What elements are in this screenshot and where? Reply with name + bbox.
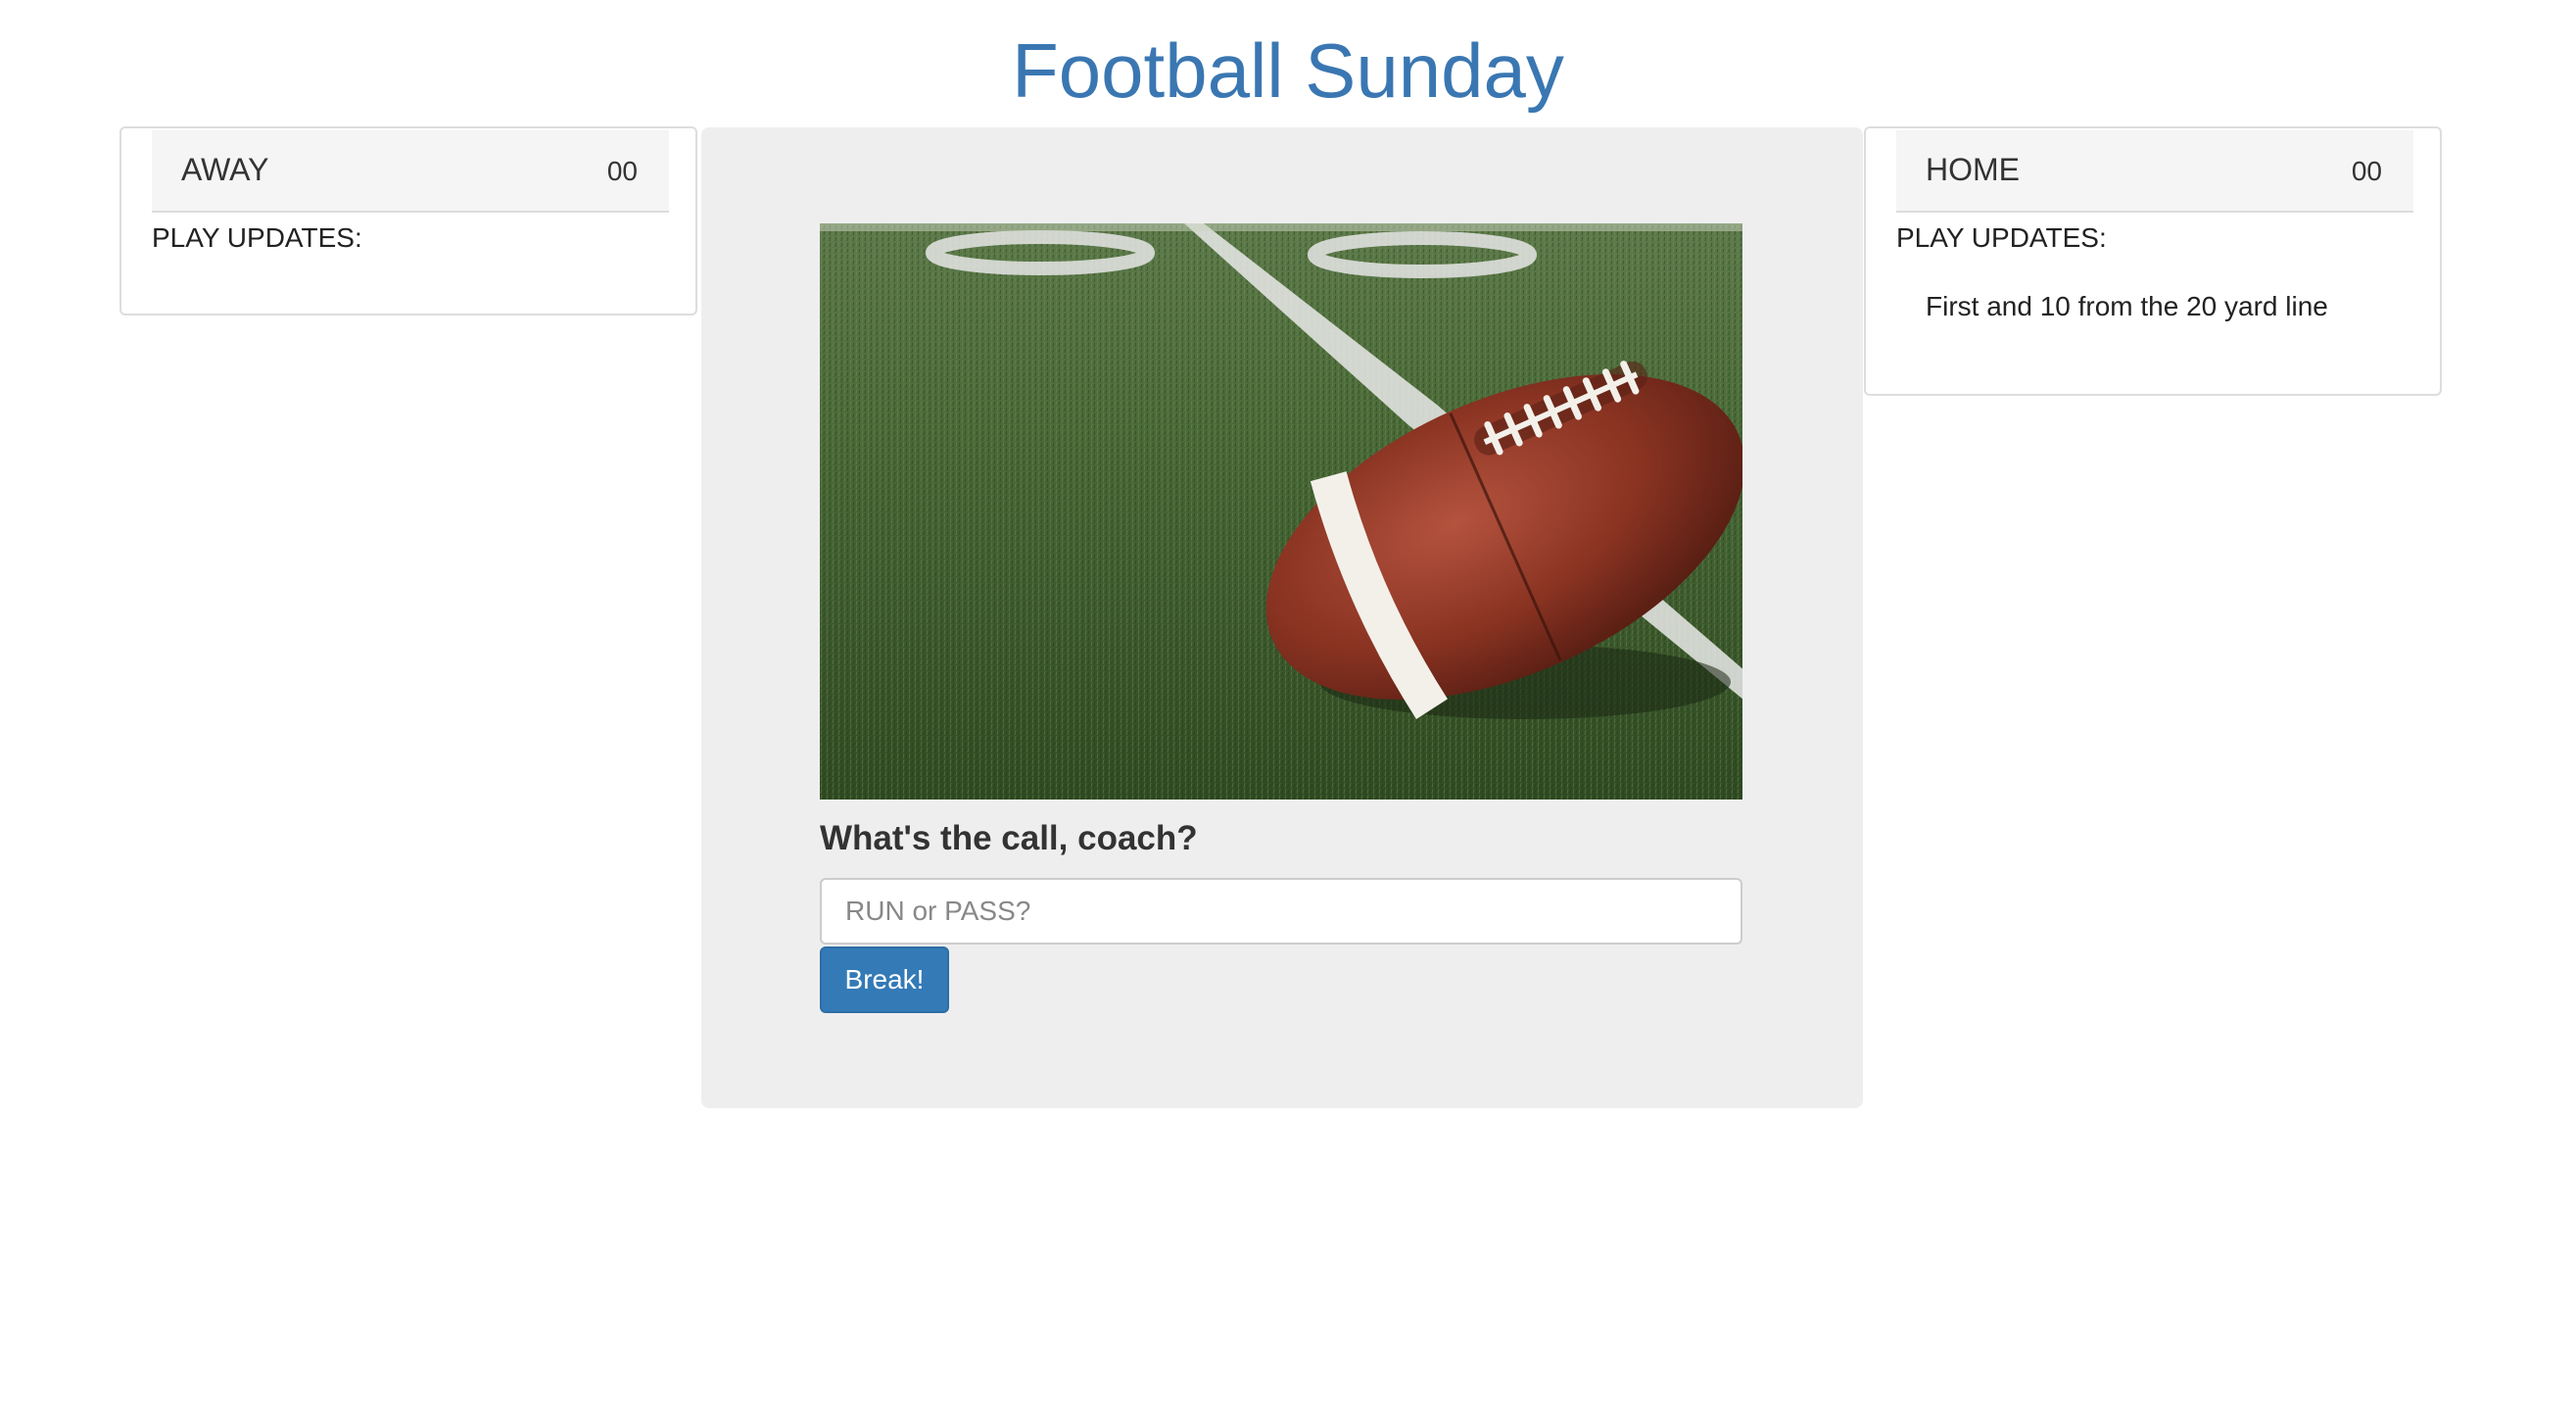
home-team-panel: HOME 00 PLAY UPDATES: First and 10 from …: [1864, 126, 2442, 396]
play-call-card: What's the call, coach? Break!: [701, 127, 1863, 1108]
home-team-name: HOME: [1926, 152, 2020, 187]
away-team-score: 00: [606, 156, 638, 186]
page-title: Football Sunday: [1012, 27, 1564, 114]
home-team-score: 00: [2351, 156, 2382, 186]
home-play-update-item: First and 10 from the 20 yard line: [1926, 291, 2328, 321]
play-call-input[interactable]: [820, 878, 1742, 945]
football-field-image: [820, 223, 1742, 800]
break-button[interactable]: Break!: [820, 946, 949, 1013]
away-team-panel: AWAY 00 PLAY UPDATES:: [119, 126, 697, 315]
home-play-updates-label: PLAY UPDATES:: [1896, 222, 2107, 253]
call-question-label: What's the call, coach?: [820, 819, 1198, 857]
page: Football Sunday AWAY 00 PLAY UPDATES: Wh…: [0, 0, 2576, 1407]
home-team-header: HOME 00: [1896, 130, 2413, 213]
away-team-name: AWAY: [181, 152, 269, 187]
away-play-updates-label: PLAY UPDATES:: [152, 222, 362, 253]
football-on-field-icon: [820, 223, 1742, 800]
away-team-header: AWAY 00: [152, 130, 669, 213]
